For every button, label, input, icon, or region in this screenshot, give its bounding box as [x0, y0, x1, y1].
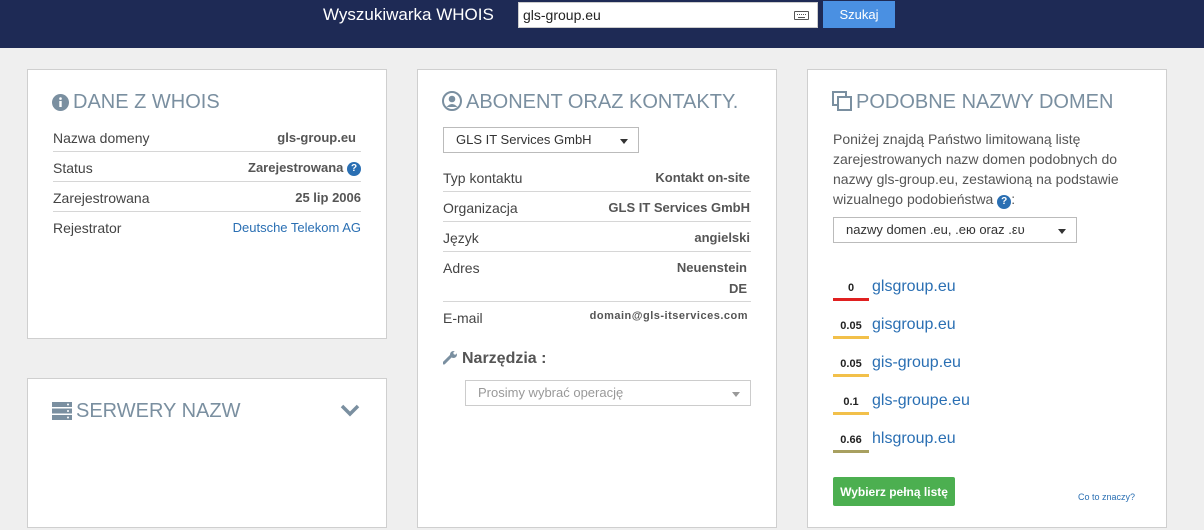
chevron-down-icon[interactable] — [340, 403, 360, 422]
caret-down-icon — [732, 392, 740, 397]
contacts-label-email: E-mail — [443, 310, 483, 326]
whois-label-status: Status — [53, 160, 93, 176]
status-text: Zarejestrowana — [248, 160, 344, 175]
tools-select-placeholder: Prosimy wybrać operację — [478, 385, 624, 400]
domain-link[interactable]: hlsgroup.eu — [872, 430, 956, 448]
servers-title-text: SERWERY NAZW — [76, 400, 241, 422]
copy-icon — [832, 91, 852, 117]
whois-value-domain: gls-group.eu — [277, 130, 356, 145]
similarity-score: 0.05 — [840, 358, 862, 370]
contact-select[interactable]: GLS IT Services GmbH — [443, 127, 639, 153]
contacts-title: ABONENT ORAZ KONTAKTY. — [442, 90, 738, 117]
similarity-score: 0.05 — [840, 320, 862, 332]
contacts-title-text: ABONENT ORAZ KONTAKTY. — [466, 91, 739, 113]
domain-filter-value: nazwy domen .eu, .ею oraz .ευ — [846, 222, 1025, 237]
caret-down-icon — [1058, 229, 1066, 234]
contacts-label-lang: Język — [443, 230, 479, 246]
contacts-value-email: domain@gls-itservices.com — [589, 310, 748, 322]
whois-label-registered: Zarejestrowana — [53, 190, 150, 206]
info-icon — [52, 93, 69, 117]
user-circle-icon — [442, 91, 462, 117]
tools-label: Narzędzia : — [462, 350, 547, 367]
similar-description-text: Poniżej znajdą Państwo limitowaną listę … — [833, 131, 1119, 207]
whois-panel: DANE Z WHOIS Nazwa domeny gls-group.eu S… — [27, 69, 387, 339]
contacts-value-lang: angielski — [694, 230, 750, 245]
help-icon[interactable]: ? — [997, 195, 1012, 209]
whois-title-text: DANE Z WHOIS — [73, 91, 220, 113]
whois-value-status: Zarejestrowana ? — [248, 160, 361, 176]
score-bar — [833, 374, 869, 377]
similar-title-text: PODOBNE NAZWY DOMEN — [856, 91, 1114, 113]
wrench-icon — [442, 350, 458, 370]
whois-title: DANE Z WHOIS — [52, 90, 220, 117]
domain-link[interactable]: gis-group.eu — [872, 354, 961, 372]
contacts-label-type: Typ kontaktu — [443, 170, 523, 186]
domain-filter-select[interactable]: nazwy domen .eu, .ею oraz .ευ — [833, 217, 1077, 243]
help-link[interactable]: Co to znaczy? — [1078, 492, 1135, 502]
contacts-value-address: Neuenstein — [676, 260, 747, 275]
divider — [53, 151, 361, 152]
contacts-value-country: DE — [728, 281, 747, 296]
contacts-value-org: GLS IT Services GmbH — [608, 200, 750, 215]
similar-title: PODOBNE NAZWY DOMEN — [832, 90, 1113, 117]
top-bar: Wyszukiwarka WHOIS Szukaj — [0, 0, 1204, 48]
keyboard-icon[interactable] — [794, 11, 809, 20]
search-button[interactable]: Szukaj — [823, 1, 895, 28]
full-list-button[interactable]: Wybierz pełną listę — [833, 477, 955, 506]
servers-panel[interactable]: SERWERY NAZW — [27, 378, 387, 528]
search-box[interactable] — [518, 2, 818, 28]
score-bar — [833, 298, 869, 301]
domain-link[interactable]: glsgroup.eu — [872, 278, 956, 296]
tools-select[interactable]: Prosimy wybrać operację — [465, 380, 751, 406]
whois-value-registered: 25 lip 2006 — [295, 190, 361, 205]
servers-title: SERWERY NAZW — [52, 399, 240, 426]
similarity-score: 0.1 — [843, 396, 859, 408]
similar-domains-panel: PODOBNE NAZWY DOMEN Poniżej znajdą Państ… — [807, 69, 1167, 528]
contacts-label-address: Adres — [443, 260, 480, 276]
score-bar — [833, 450, 869, 453]
divider — [53, 181, 361, 182]
similarity-score: 0 — [847, 282, 855, 294]
registrar-link[interactable]: Deutsche Telekom AG — [233, 220, 361, 235]
score-bar — [833, 412, 869, 415]
divider — [443, 221, 751, 222]
whois-label-domain: Nazwa domeny — [53, 130, 150, 146]
divider — [443, 251, 751, 252]
search-input[interactable] — [519, 3, 784, 27]
domain-link[interactable]: gls-groupe.eu — [872, 392, 970, 410]
caret-down-icon — [620, 139, 628, 144]
domain-link[interactable]: gisgroup.eu — [872, 316, 956, 334]
divider — [53, 211, 361, 212]
help-icon[interactable]: ? — [347, 162, 361, 176]
contacts-panel: ABONENT ORAZ KONTAKTY. GLS IT Services G… — [417, 69, 777, 528]
divider — [443, 191, 751, 192]
app-title: Wyszukiwarka WHOIS — [323, 5, 494, 24]
tools-heading: Narzędzia : — [442, 350, 547, 370]
whois-label-registrar: Rejestrator — [53, 220, 122, 236]
similar-description: Poniżej znajdą Państwo limitowaną listę … — [833, 131, 1119, 209]
contact-select-value: GLS IT Services GmbH — [456, 132, 592, 147]
contacts-value-type: Kontakt on-site — [655, 170, 750, 185]
score-bar — [833, 336, 869, 339]
similarity-score: 0.66 — [840, 434, 862, 446]
divider — [443, 301, 751, 302]
contacts-label-org: Organizacja — [443, 200, 518, 216]
server-icon — [52, 402, 72, 426]
